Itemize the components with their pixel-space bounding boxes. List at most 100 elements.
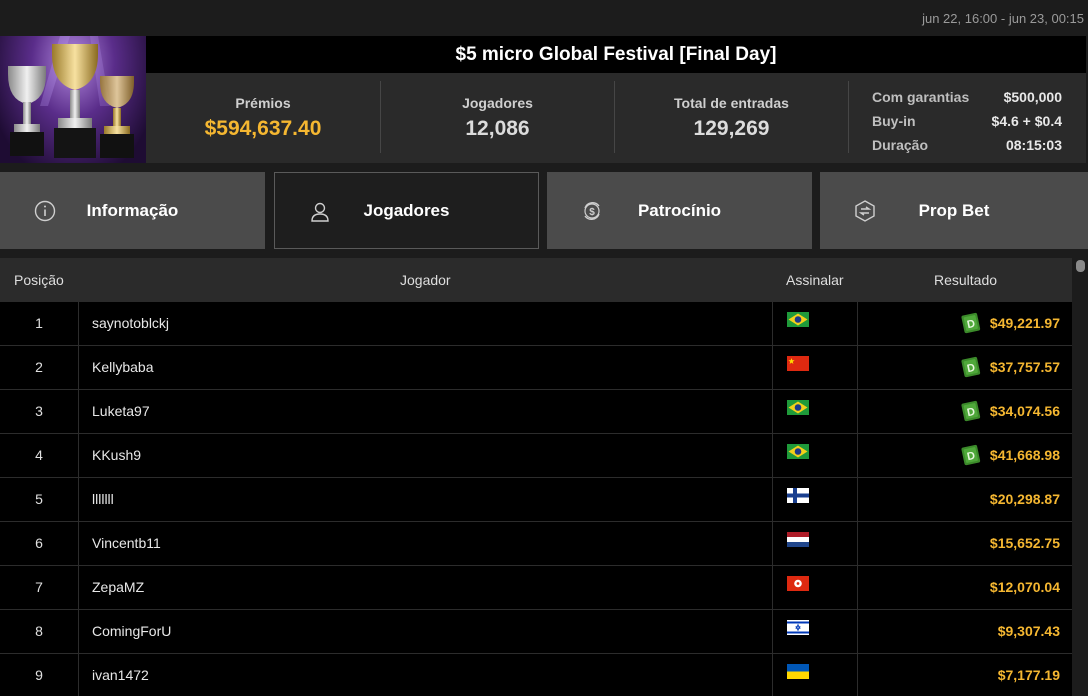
netherlands-flag-icon xyxy=(787,532,809,547)
players-value: 12,086 xyxy=(465,117,530,140)
row-result-value: $15,652.75 xyxy=(989,535,1060,551)
buyin-value: $4.6 + $0.4 xyxy=(991,113,1062,129)
vertical-scrollbar[interactable] xyxy=(1073,258,1088,696)
entries-label: Total de entradas xyxy=(674,95,789,111)
row-result: $7,177.19 xyxy=(998,654,1060,696)
row-position: 1 xyxy=(0,302,79,345)
header-position[interactable]: Posição xyxy=(14,258,64,302)
bounty-icon: D xyxy=(961,356,981,377)
row-position: 4 xyxy=(0,434,79,477)
table-row[interactable]: 5 lllllll $20,298.87 xyxy=(0,478,1072,522)
guaranteed-row: Com garantias $500,000 xyxy=(872,85,1062,109)
table-row[interactable]: 6 Vincentb11 $15,652.75 xyxy=(0,522,1072,566)
prizes-label: Prémios xyxy=(235,95,291,111)
table-row[interactable]: 3 Luketa97 D $34,074.56 xyxy=(0,390,1072,434)
row-player-name[interactable]: Kellybaba xyxy=(92,346,154,389)
israel-flag-icon xyxy=(787,620,809,635)
duration-label: Duração xyxy=(872,137,929,153)
bounty-icon: D xyxy=(961,312,981,333)
header-result[interactable]: Resultado xyxy=(934,258,997,302)
row-flag xyxy=(772,478,858,521)
row-result-value: $49,221.97 xyxy=(989,315,1060,331)
row-position: 6 xyxy=(0,522,79,565)
table-row[interactable]: 8 ComingForU $9,307.43 xyxy=(0,610,1072,654)
table-body: 1 saynotoblckj D $49,221.97 2 Kellybaba D $… xyxy=(0,302,1072,696)
row-flag xyxy=(772,610,858,653)
date-range: jun 22, 16:00 - jun 23, 00:15 xyxy=(922,11,1084,26)
players-stat: Jogadores 12,086 xyxy=(381,73,614,163)
row-result: D $34,074.56 xyxy=(960,390,1060,433)
row-flag xyxy=(772,566,858,609)
row-result-value: $20,298.87 xyxy=(989,491,1060,507)
table-row[interactable]: 7 ZepaMZ $12,070.04 xyxy=(0,566,1072,610)
tab-jogadores[interactable]: Jogadores xyxy=(274,172,539,249)
prop-bet-icon xyxy=(855,200,875,222)
row-flag xyxy=(772,654,858,696)
row-player-name[interactable]: lllllll xyxy=(92,478,114,521)
buyin-row: Buy-in $4.6 + $0.4 xyxy=(872,109,1062,133)
table-row[interactable]: 4 KKush9 D $41,668.98 xyxy=(0,434,1072,478)
row-position: 2 xyxy=(0,346,79,389)
row-player-name[interactable]: saynotoblckj xyxy=(92,302,169,345)
tournament-header: $5 micro Global Festival [Final Day] Pré… xyxy=(0,36,1086,164)
bounty-icon: D xyxy=(961,400,981,421)
tournament-title: $5 micro Global Festival [Final Day] xyxy=(146,36,1086,73)
table-row[interactable]: 1 saynotoblckj D $49,221.97 xyxy=(0,302,1072,346)
prizes-stat: Prémios $594,637.40 xyxy=(146,73,380,163)
brazil-flag-icon xyxy=(787,312,809,327)
row-player-name[interactable]: ZepaMZ xyxy=(92,566,144,609)
row-flag xyxy=(772,346,858,389)
scroll-thumb[interactable] xyxy=(1076,260,1085,272)
guaranteed-label: Com garantias xyxy=(872,89,970,105)
row-flag xyxy=(772,522,858,565)
duration-value: 08:15:03 xyxy=(1005,137,1062,153)
row-player-name[interactable]: ivan1472 xyxy=(92,654,149,696)
table-row[interactable]: 9 ivan1472 $7,177.19 xyxy=(0,654,1072,696)
tab-patrocinio[interactable]: $ Patrocínio xyxy=(547,172,812,249)
row-player-name[interactable]: Vincentb11 xyxy=(92,522,161,565)
row-result-value: $12,070.04 xyxy=(989,579,1060,595)
ukraine-flag-icon xyxy=(787,664,809,679)
row-result: $12,070.04 xyxy=(990,566,1060,609)
china-flag-icon xyxy=(787,356,809,371)
table-row[interactable]: 2 Kellybaba D $37,757.57 xyxy=(0,346,1072,390)
divider xyxy=(848,81,849,153)
players-table: Posição Jogador Assinalar Resultado 1 say… xyxy=(0,258,1088,696)
players-label: Jogadores xyxy=(462,95,533,111)
user-icon xyxy=(311,202,329,222)
entries-value: 129,269 xyxy=(693,117,770,140)
duration-row: Duração 08:15:03 xyxy=(872,133,1062,157)
row-position: 9 xyxy=(0,654,79,696)
row-result: D $37,757.57 xyxy=(960,346,1060,389)
row-flag xyxy=(772,302,858,345)
info-icon xyxy=(34,200,56,222)
row-player-name[interactable]: KKush9 xyxy=(92,434,141,477)
row-result-value: $41,668.98 xyxy=(989,447,1060,463)
row-result: $20,298.87 xyxy=(990,478,1060,521)
row-result-value: $9,307.43 xyxy=(997,623,1060,639)
tab-prop-bet[interactable]: Prop Bet xyxy=(820,172,1088,249)
trophy-banner-image xyxy=(0,36,146,163)
bounty-icon: D xyxy=(961,444,981,465)
row-result-value: $34,074.56 xyxy=(989,403,1060,419)
tournament-details: Com garantias $500,000 Buy-in $4.6 + $0.… xyxy=(872,85,1062,157)
row-result: D $41,668.98 xyxy=(960,434,1060,477)
row-result-value: $37,757.57 xyxy=(989,359,1060,375)
prizes-value: $594,637.40 xyxy=(204,117,322,140)
brazil-flag-icon xyxy=(787,400,809,415)
row-position: 8 xyxy=(0,610,79,653)
row-position: 7 xyxy=(0,566,79,609)
guaranteed-value: $500,000 xyxy=(1003,89,1062,105)
row-result: $9,307.43 xyxy=(998,610,1060,653)
header-flag[interactable]: Assinalar xyxy=(786,258,844,302)
row-player-name[interactable]: Luketa97 xyxy=(92,390,150,433)
tab-informacao[interactable]: Informação xyxy=(0,172,265,249)
tab-bar: Informação Jogadores $ Patrocínio Prop B… xyxy=(0,172,1088,250)
tournament-stats: Prémios $594,637.40 Jogadores 12,086 Tot… xyxy=(146,73,1086,163)
table-header: Posição Jogador Assinalar Resultado xyxy=(0,258,1072,302)
row-position: 5 xyxy=(0,478,79,521)
row-flag xyxy=(772,390,858,433)
row-result: D $49,221.97 xyxy=(960,302,1060,345)
header-player[interactable]: Jogador xyxy=(400,258,451,302)
row-player-name[interactable]: ComingForU xyxy=(92,610,171,653)
